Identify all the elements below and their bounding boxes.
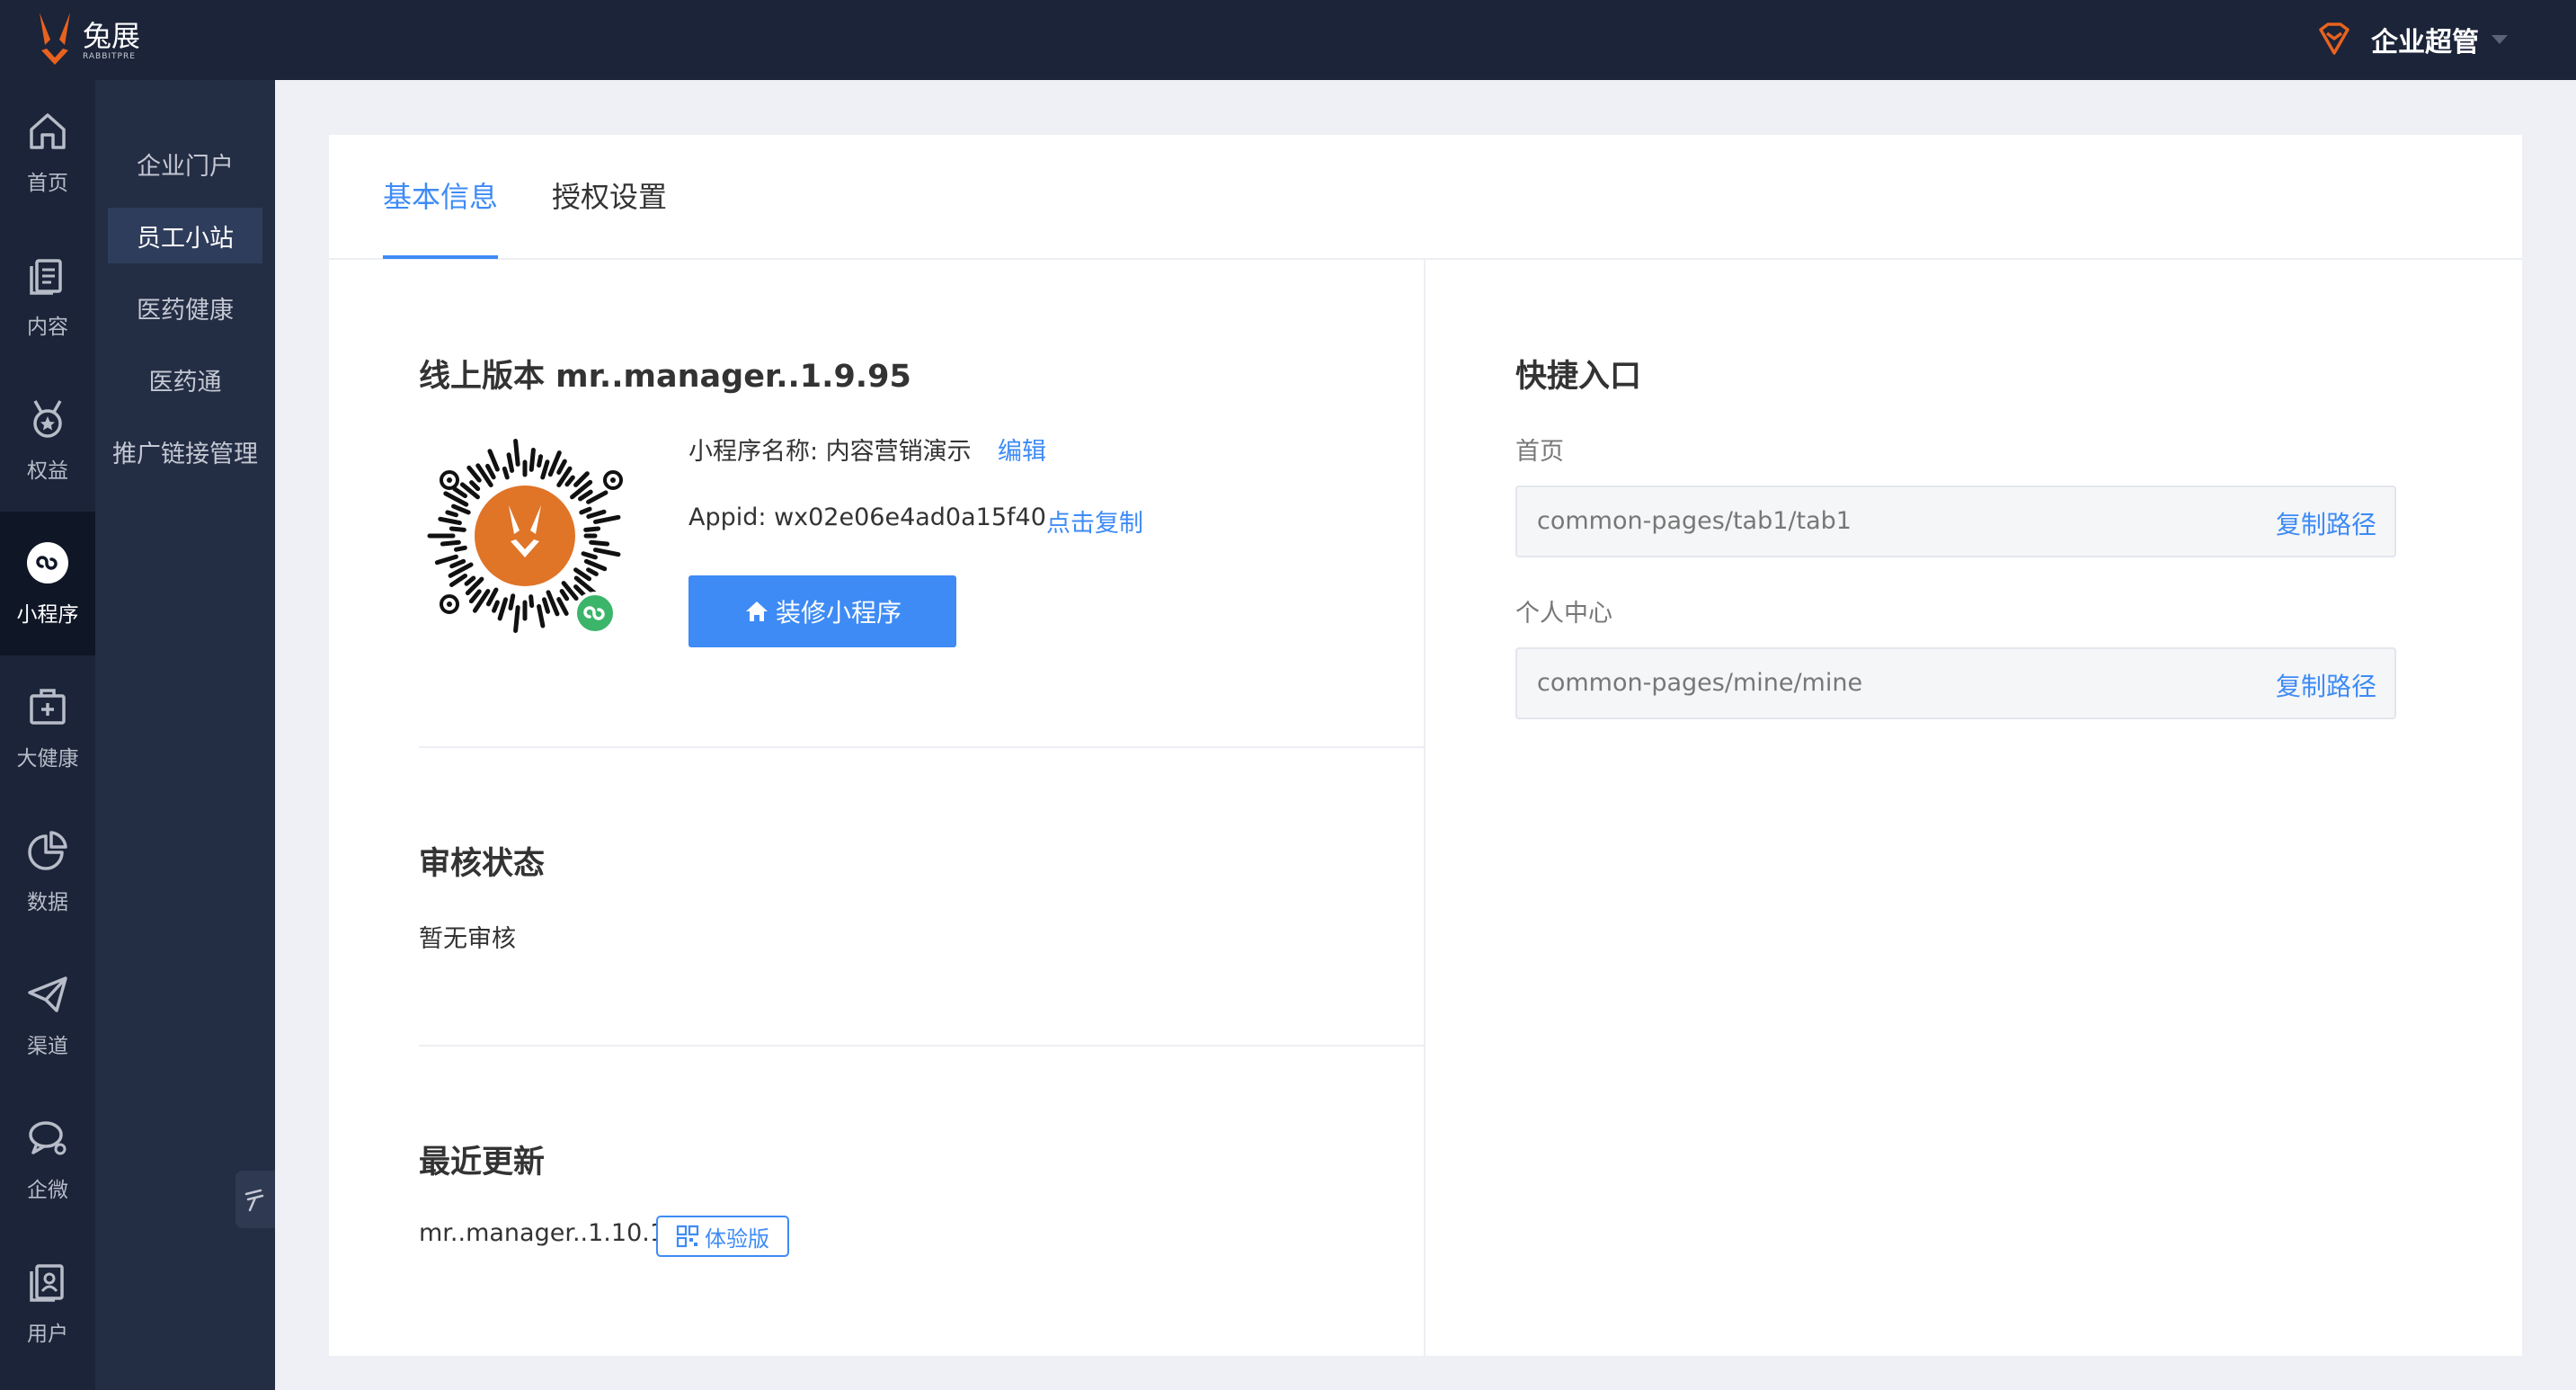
medical-kit-icon	[30, 689, 66, 725]
path-value: common-pages/tab1/tab1	[1537, 507, 1852, 535]
home-icon	[745, 601, 768, 621]
online-version-title: 线上版本 mr..manager..1.9.95	[419, 359, 911, 395]
recent-update-title: 最近更新	[419, 1145, 546, 1181]
diamond-icon	[2319, 22, 2349, 55]
paper-plane-icon	[28, 976, 67, 1012]
primary-nav: 首页 内容 权益 小程序 大健康 数据 渠道 企微 用户	[0, 80, 95, 1390]
section-divider	[419, 1045, 1424, 1047]
nav-label: 渠道	[27, 1035, 68, 1058]
nav-label: 数据	[27, 891, 68, 914]
top-bar: 兔展 RABBITPRE 企业超管	[0, 0, 2576, 80]
nav-label: 企微	[27, 1179, 68, 1202]
main-card: 基本信息 授权设置 线上版本 mr..manager..1.9.95 小程序名称…	[329, 135, 2522, 1356]
submenu-item-medical-pass[interactable]: 医药通	[108, 352, 262, 407]
brand-name: 兔展	[83, 19, 141, 53]
nav-item-channel[interactable]: 渠道	[0, 943, 95, 1087]
shortcut-label-profile: 个人中心	[1515, 600, 1612, 628]
tab-auth-settings[interactable]: 授权设置	[552, 174, 667, 259]
shortcut-label-home: 首页	[1515, 438, 1564, 466]
nav-item-data[interactable]: 数据	[0, 799, 95, 943]
collapse-icon	[244, 1189, 264, 1212]
user-role: 企业超管	[2371, 27, 2479, 58]
edit-name-link[interactable]: 编辑	[998, 432, 1046, 467]
tab-bar: 基本信息 授权设置	[329, 135, 2522, 260]
copy-appid-link[interactable]: 点击复制	[1046, 503, 1143, 539]
documents-icon	[30, 259, 62, 295]
nav-item-content[interactable]: 内容	[0, 224, 95, 368]
nav-item-health[interactable]: 大健康	[0, 655, 95, 799]
section-divider	[419, 746, 1424, 748]
copy-path-button[interactable]: 复制路径	[2276, 505, 2376, 541]
mini-program-qr-code	[427, 439, 623, 635]
nav-label: 用户	[27, 1323, 68, 1346]
pie-chart-icon	[28, 831, 67, 870]
submenu-item-staff-station[interactable]: 员工小站	[108, 208, 262, 263]
home-icon	[30, 113, 66, 149]
nav-label: 小程序	[16, 603, 79, 627]
recent-version: mr..manager..1.10.1	[419, 1219, 666, 1247]
trial-version-button[interactable]: 体验版	[656, 1216, 789, 1257]
chevron-down-icon	[2492, 35, 2508, 44]
shortcut-path-home: common-pages/tab1/tab1 复制路径	[1515, 486, 2396, 557]
brand-logo[interactable]: 兔展 RABBITPRE	[32, 5, 140, 76]
trial-version-label: 体验版	[705, 1225, 769, 1252]
collapse-sidebar-button[interactable]	[235, 1171, 275, 1228]
nav-label: 权益	[27, 459, 68, 483]
user-card-icon	[30, 1264, 64, 1302]
shortcuts-title: 快捷入口	[1515, 359, 1642, 395]
nav-item-benefits[interactable]: 权益	[0, 368, 95, 512]
column-divider	[1424, 260, 1426, 1356]
nav-item-home[interactable]: 首页	[0, 80, 95, 224]
copy-path-button[interactable]: 复制路径	[2276, 667, 2376, 703]
nav-item-wecom[interactable]: 企微	[0, 1087, 95, 1231]
rabbit-logo-icon	[40, 13, 70, 65]
submenu-item-promo-links[interactable]: 推广链接管理	[95, 423, 275, 479]
mini-program-name: 小程序名称: 内容营销演示	[688, 438, 972, 466]
nav-label: 内容	[27, 316, 68, 339]
nav-label: 首页	[27, 172, 68, 195]
qr-code-icon	[676, 1225, 699, 1248]
nav-label: 大健康	[16, 747, 79, 771]
brand-name-en: RABBITPRE	[83, 52, 136, 61]
decorate-button-label: 装修小程序	[775, 598, 902, 628]
appid-value: Appid: wx02e06e4ad0a15f40	[688, 503, 1046, 531]
review-status-value: 暂无审核	[419, 925, 516, 953]
nav-item-users[interactable]: 用户	[0, 1231, 95, 1375]
chat-bubbles-icon	[29, 1121, 67, 1155]
submenu-item-medical-health[interactable]: 医药健康	[108, 280, 262, 335]
nav-item-mini-program[interactable]: 小程序	[0, 512, 95, 655]
mini-program-icon	[27, 542, 68, 584]
shortcut-path-profile: common-pages/mine/mine 复制路径	[1515, 647, 2396, 719]
submenu-item-enterprise-portal[interactable]: 企业门户	[108, 136, 262, 192]
tab-basic-info[interactable]: 基本信息	[383, 174, 499, 259]
review-status-title: 审核状态	[419, 846, 546, 882]
medal-icon	[33, 400, 62, 438]
user-menu[interactable]: 企业超管	[2312, 13, 2508, 67]
path-value: common-pages/mine/mine	[1537, 669, 1863, 697]
decorate-mini-program-button[interactable]: 装修小程序	[688, 575, 956, 647]
